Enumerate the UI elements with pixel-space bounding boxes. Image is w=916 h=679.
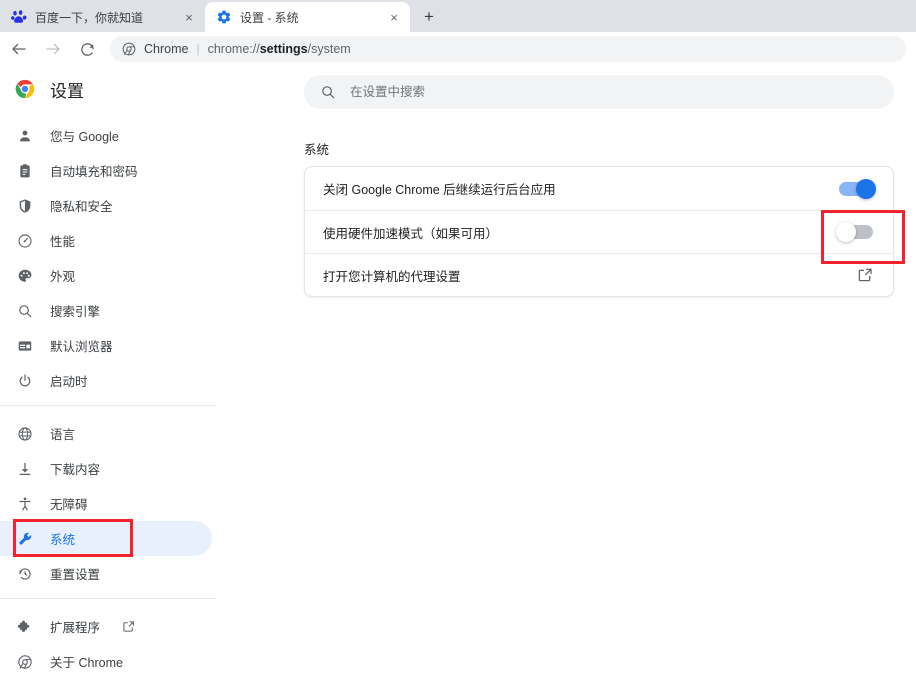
sidebar-item-downloads[interactable]: 下载内容 [0,451,212,486]
sidebar-item-label: 搜索引擎 [50,305,101,319]
sidebar-item-label: 外观 [50,270,76,284]
sidebar-item-label: 语言 [50,428,76,442]
section-title: 系统 [304,143,330,157]
toggle-knob [836,222,856,242]
sidebar-item-autofill-passwords[interactable]: 自动填充和密码 [0,153,212,188]
baidu-icon [11,10,27,23]
sidebar-item-label: 默认浏览器 [50,340,113,354]
chrome-icon [122,42,136,56]
wrench-icon [16,530,34,548]
chrome-logo-icon [15,79,35,99]
tab-strip: 百度一下，你就知道 × 设置 - 系统 × + [0,0,916,32]
system-settings-card: 关闭 Google Chrome 后继续运行后台应用 使用硬件加速模式（如果可用… [304,166,894,297]
sidebar-item-label: 系统 [50,533,76,547]
address-bar[interactable]: Chrome | chrome://settings/system [110,36,906,62]
sidebar-group-primary: 您与 Google 自动填充和密码 隐私和安全 性能 外观 搜索引擎 默认浏览器… [0,112,216,398]
settings-search-bar[interactable] [304,75,894,109]
sidebar-divider-2 [0,598,216,599]
row-label: 关闭 Google Chrome 后继续运行后台应用 [323,183,556,197]
puzzle-icon [16,618,34,636]
close-icon[interactable]: × [181,9,197,25]
sidebar-item-label: 关于 Chrome [50,656,123,670]
row-background-apps[interactable]: 关闭 Google Chrome 后继续运行后台应用 [305,167,893,210]
sidebar-item-label: 自动填充和密码 [50,165,138,179]
sidebar-item-default-browser[interactable]: 默认浏览器 [0,328,212,363]
sidebar-item-system[interactable]: 系统 [0,521,212,556]
browser-toolbar: Chrome | chrome://settings/system [0,32,916,66]
sidebar-group-secondary: 语言 下载内容 无障碍 系统 重置设置 [0,410,216,591]
background-apps-toggle[interactable] [839,178,876,199]
settings-sidebar: 设置 您与 Google 自动填充和密码 隐私和安全 性能 外观 搜索引擎 默认… [0,66,216,670]
sidebar-item-accessibility[interactable]: 无障碍 [0,486,212,521]
globe-icon [16,425,34,443]
url-prefix: chrome:// [207,42,260,56]
sidebar-item-label: 启动时 [50,375,88,389]
omnibox-chrome-label: Chrome [144,42,189,56]
row-label: 使用硬件加速模式（如果可用） [323,226,499,241]
url-suffix: /system [307,42,351,56]
sidebar-item-languages[interactable]: 语言 [0,416,212,451]
sidebar-item-on-startup[interactable]: 启动时 [0,363,212,398]
sidebar-item-label: 重置设置 [50,568,101,582]
close-icon[interactable]: × [386,9,402,25]
search-icon [320,84,336,100]
tab-baidu[interactable]: 百度一下，你就知道 × [0,2,205,32]
sidebar-item-label: 您与 Google [50,130,119,144]
browser-window-icon [16,337,34,355]
sidebar-item-extensions[interactable]: 扩展程序 [0,609,212,644]
tab-title: 百度一下，你就知道 [35,10,144,25]
sidebar-item-label: 性能 [50,235,76,249]
omnibox-url: chrome://settings/system [208,42,351,56]
sidebar-item-about-chrome[interactable]: 关于 Chrome [0,644,212,679]
settings-page: 设置 您与 Google 自动填充和密码 隐私和安全 性能 外观 搜索引擎 默认… [0,66,916,670]
sidebar-item-performance[interactable]: 性能 [0,223,212,258]
accessibility-icon [16,495,34,513]
forward-icon[interactable] [38,34,68,64]
toggle-knob [856,178,876,199]
sidebar-item-privacy-security[interactable]: 隐私和安全 [0,188,212,223]
sidebar-item-label: 扩展程序 [50,621,101,635]
sidebar-group-tertiary: 扩展程序 关于 Chrome [0,603,216,679]
settings-main: 系统 关闭 Google Chrome 后继续运行后台应用 使用硬件加速模式（如… [216,66,916,660]
shield-icon [16,197,34,215]
page-title: 设置 [50,81,84,101]
person-icon [16,127,34,145]
tab-title: 设置 - 系统 [240,10,299,25]
back-icon[interactable] [4,34,34,64]
external-link-icon[interactable] [857,267,873,283]
sidebar-item-label: 无障碍 [50,498,88,512]
sidebar-item-reset-settings[interactable]: 重置设置 [0,556,212,591]
history-restore-icon [16,565,34,583]
reload-icon[interactable] [72,34,102,64]
power-icon [16,372,34,390]
external-link-icon [122,620,135,633]
sidebar-item-appearance[interactable]: 外观 [0,258,212,293]
sidebar-item-label: 下载内容 [50,463,101,477]
settings-brand: 设置 [0,66,216,112]
row-proxy-settings[interactable]: 打开您计算机的代理设置 [305,253,893,296]
hardware-acceleration-toggle[interactable] [836,222,873,242]
sidebar-item-search-engine[interactable]: 搜索引擎 [0,293,212,328]
sidebar-item-you-and-google[interactable]: 您与 Google [0,118,212,153]
tab-settings[interactable]: 设置 - 系统 × [205,2,410,32]
search-input[interactable] [350,85,830,99]
clipboard-icon [16,162,34,180]
search-icon [16,302,34,320]
row-label: 打开您计算机的代理设置 [323,269,461,284]
palette-icon [16,267,34,285]
sidebar-item-label: 隐私和安全 [50,200,113,214]
speedometer-icon [16,232,34,250]
sidebar-divider-1 [0,405,216,406]
url-bold-segment: settings [259,42,308,56]
new-tab-button[interactable]: + [415,3,443,31]
row-hardware-acceleration[interactable]: 使用硬件加速模式（如果可用） [305,210,893,253]
download-icon [16,460,34,478]
gear-icon [217,10,231,24]
omnibox-separator: | [196,42,200,56]
chrome-icon [16,653,34,671]
